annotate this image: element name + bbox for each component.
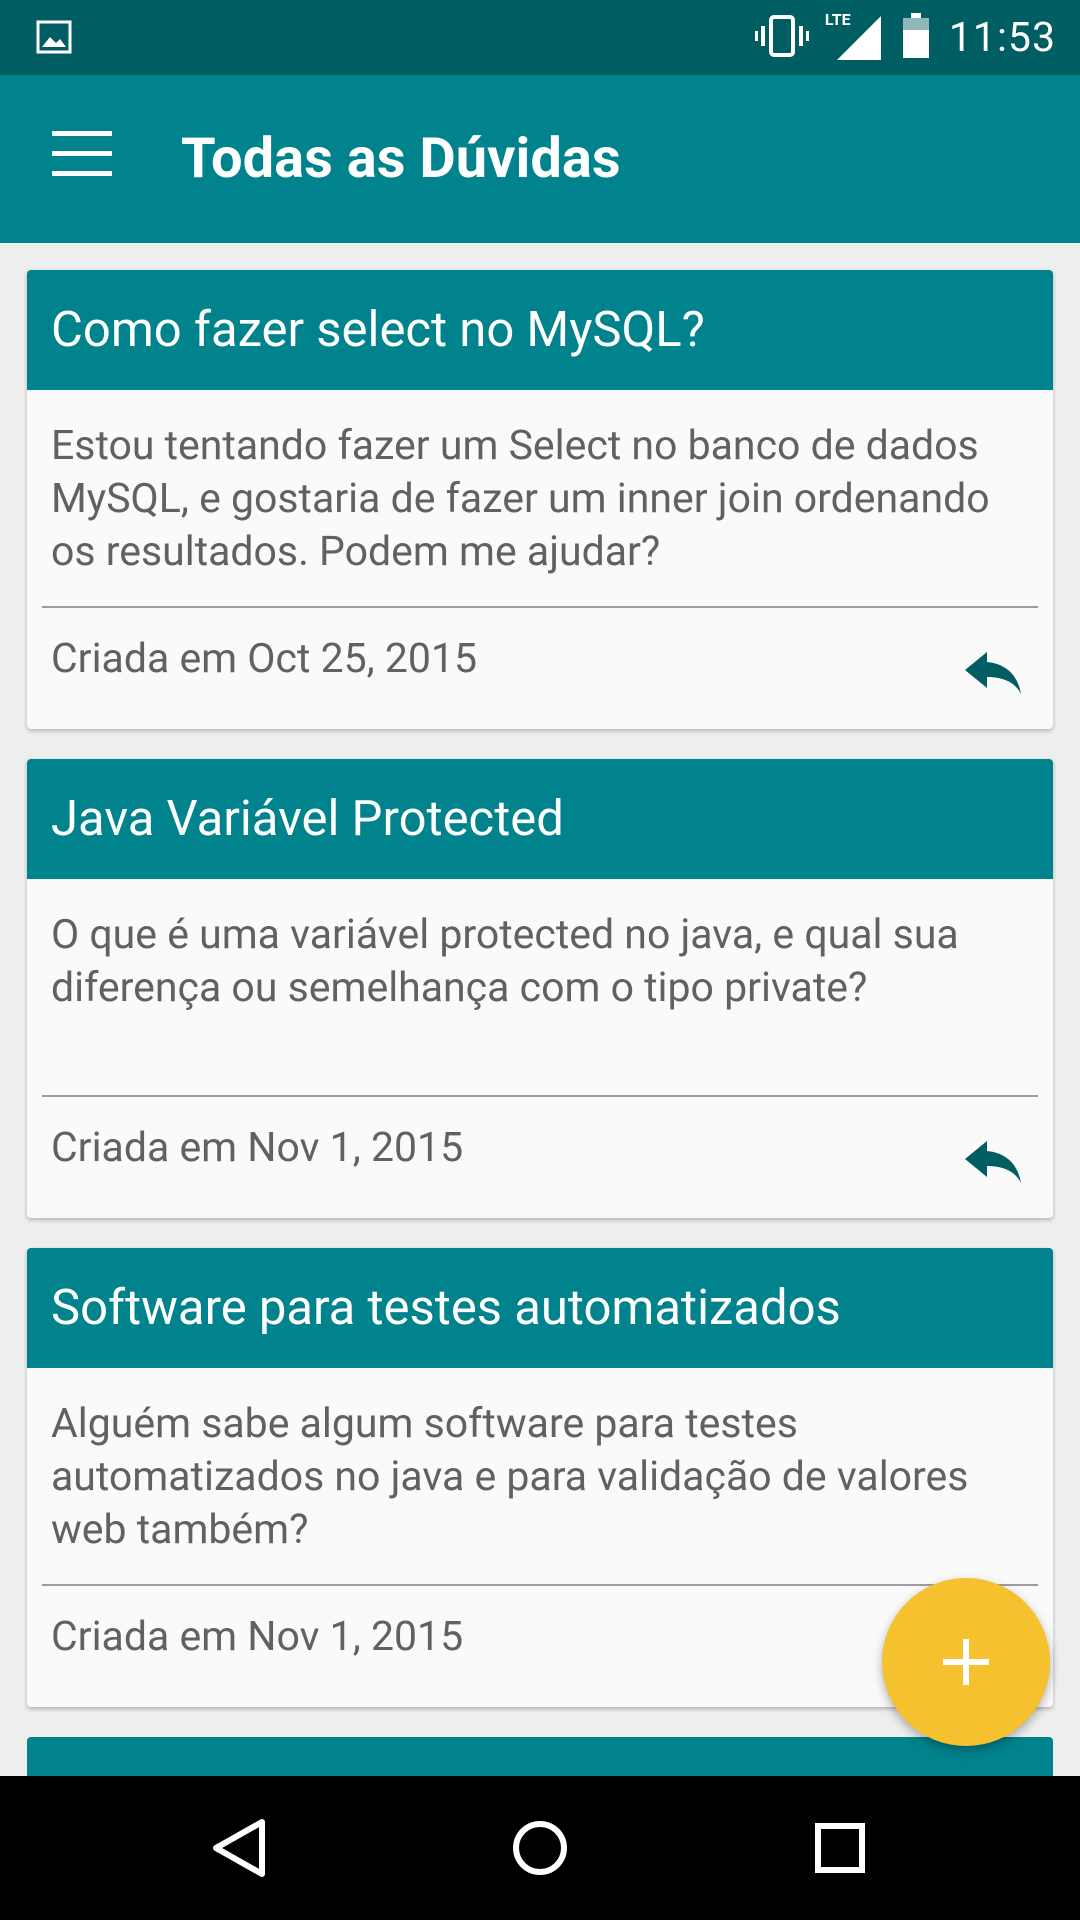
app-bar: Todas as Dúvidas bbox=[0, 75, 1080, 243]
image-icon bbox=[36, 20, 72, 58]
question-card[interactable]: Como fazer select no MySQL? Estou tentan… bbox=[27, 270, 1053, 729]
question-card[interactable]: Java Variável Protected O que é uma vari… bbox=[27, 759, 1053, 1218]
card-footer: Criada em Oct 25, 2015 bbox=[51, 608, 1053, 729]
home-icon[interactable] bbox=[500, 1812, 580, 1884]
question-body: O que é uma variável protected no java, … bbox=[51, 911, 959, 1012]
status-bar: LTE 11:53 bbox=[0, 0, 1080, 75]
card-footer: Criada em Nov 1, 2015 bbox=[51, 1097, 1053, 1218]
question-title: Software para testes automatizados bbox=[27, 1248, 1053, 1368]
created-date: Criada em Nov 1, 2015 bbox=[51, 1124, 464, 1172]
status-time: 11:53 bbox=[948, 13, 1056, 62]
add-question-button[interactable] bbox=[882, 1578, 1050, 1746]
signal-icon: LTE bbox=[825, 10, 883, 62]
question-title: Java Variável Protected bbox=[27, 759, 1053, 879]
reply-icon[interactable] bbox=[963, 648, 1023, 698]
question-title: Como fazer select no MySQL? bbox=[27, 270, 1053, 390]
plus-icon bbox=[943, 1639, 989, 1685]
vibrate-icon bbox=[754, 14, 809, 62]
page-title: Todas as Dúvidas bbox=[181, 125, 621, 191]
reply-icon[interactable] bbox=[963, 1137, 1023, 1187]
network-type-label: LTE bbox=[824, 9, 851, 29]
recents-icon[interactable] bbox=[800, 1812, 880, 1884]
question-body: Alguém sabe algum software para testes a… bbox=[51, 1400, 969, 1554]
created-date: Criada em Nov 1, 2015 bbox=[51, 1613, 464, 1661]
back-icon[interactable] bbox=[200, 1812, 280, 1884]
created-date: Criada em Oct 25, 2015 bbox=[51, 635, 478, 683]
question-body: Estou tentando fazer um Select no banco … bbox=[51, 422, 990, 576]
system-nav-bar bbox=[0, 1776, 1080, 1920]
hamburger-menu-icon[interactable] bbox=[52, 131, 112, 179]
question-card-partial[interactable] bbox=[27, 1737, 1053, 1777]
battery-icon bbox=[901, 12, 931, 63]
